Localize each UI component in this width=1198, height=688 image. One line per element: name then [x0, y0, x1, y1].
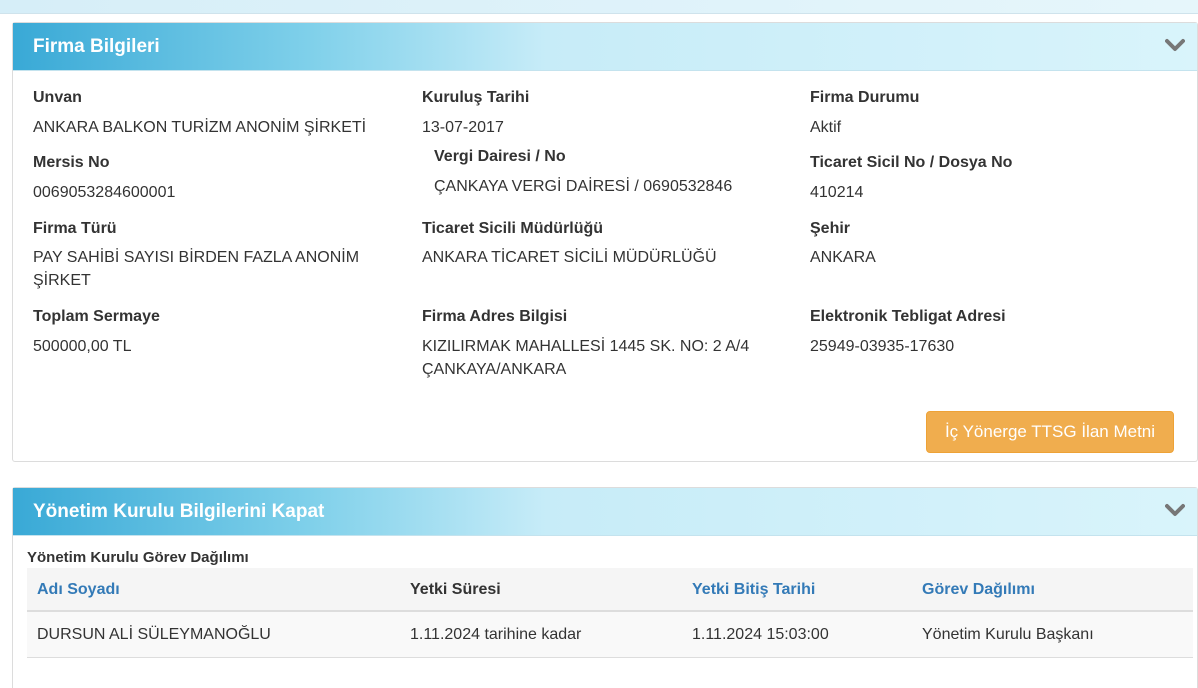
- chevron-down-icon[interactable]: [1165, 37, 1185, 53]
- firma-durumu-value: Aktif: [810, 119, 842, 136]
- panel-title: Firma Bilgileri: [33, 36, 160, 57]
- adres-value-line1: KIZILIRMAK MAHALLESİ 1445 SK. NO: 2 A/4: [422, 338, 750, 355]
- firma-durumu-label: Firma Durumu: [810, 89, 920, 106]
- chevron-down-icon[interactable]: [1165, 502, 1185, 518]
- top-strip: [0, 0, 1198, 14]
- yonetim-kurulu-panel: Yönetim Kurulu Bilgilerini Kapat Yönetim…: [12, 487, 1198, 688]
- table-row: DURSUN ALİ SÜLEYMANOĞLU 1.11.2024 tarihi…: [27, 612, 1193, 658]
- column-header-yetki-suresi: Yetki Süresi: [410, 581, 501, 598]
- firma-turu-label: Firma Türü: [33, 220, 117, 237]
- firma-bilgileri-panel: Firma Bilgileri Unvan ANKARA BALKON TURİ…: [12, 22, 1198, 462]
- cell-gorev-dagilimi: Yönetim Kurulu Başkanı: [922, 626, 1094, 643]
- yonetim-panel-header[interactable]: Yönetim Kurulu Bilgilerini Kapat: [13, 488, 1197, 536]
- sehir-value: ANKARA: [810, 249, 876, 266]
- adres-label: Firma Adres Bilgisi: [422, 308, 568, 325]
- firma-turu-value-line1: PAY SAHİBİ SAYISI BİRDEN FAZLA ANONİM: [33, 249, 360, 266]
- cell-yetki-suresi: 1.11.2024 tarihine kadar: [410, 626, 582, 643]
- firma-panel-header[interactable]: Firma Bilgileri: [13, 23, 1197, 71]
- ticaret-sicil-label: Ticaret Sicil No / Dosya No: [810, 154, 1013, 171]
- kurulus-tarihi-value: 13-07-2017: [422, 119, 504, 136]
- adres-value-line2: ÇANKAYA/ANKARA: [422, 361, 567, 378]
- unvan-value: ANKARA BALKON TURİZM ANONİM ŞİRKETİ: [33, 119, 367, 136]
- sicil-mudurlugu-label: Ticaret Sicili Müdürlüğü: [422, 220, 604, 237]
- kurulus-tarihi-label: Kuruluş Tarihi: [422, 89, 530, 106]
- tebligat-value: 25949-03935-17630: [810, 338, 955, 355]
- sicil-mudurlugu-value: ANKARA TİCARET SİCİLİ MÜDÜRLÜĞÜ: [422, 249, 717, 266]
- sermaye-label: Toplam Sermaye: [33, 308, 160, 325]
- column-header-gorev-dagilimi[interactable]: Görev Dağılımı: [922, 581, 1035, 599]
- table-header: Adı Soyadı Yetki Süresi Yetki Bitiş Tari…: [27, 568, 1193, 612]
- ic-yonerge-ttsg-button[interactable]: İç Yönerge TTSG İlan Metni: [926, 411, 1174, 453]
- panel-title: Yönetim Kurulu Bilgilerini Kapat: [33, 501, 325, 522]
- firma-turu-value-line2: ŞİRKET: [33, 272, 91, 289]
- column-header-adi-soyadi[interactable]: Adı Soyadı: [37, 581, 120, 599]
- cell-adi-soyadi: DURSUN ALİ SÜLEYMANOĞLU: [37, 626, 271, 643]
- sehir-label: Şehir: [810, 220, 851, 237]
- vergi-dairesi-value: ÇANKAYA VERGİ DAİRESİ / 0690532846: [434, 178, 733, 195]
- mersis-label: Mersis No: [33, 154, 110, 171]
- ticaret-sicil-value: 410214: [810, 184, 864, 201]
- vergi-dairesi-label: Vergi Dairesi / No: [434, 148, 566, 165]
- gorev-dagilimi-heading: Yönetim Kurulu Görev Dağılımı: [27, 549, 249, 566]
- tebligat-label: Elektronik Tebligat Adresi: [810, 308, 1006, 325]
- cell-yetki-bitis: 1.11.2024 15:03:00: [692, 626, 829, 643]
- unvan-label: Unvan: [33, 89, 82, 106]
- column-header-yetki-bitis[interactable]: Yetki Bitiş Tarihi: [692, 581, 815, 599]
- sermaye-value: 500000,00 TL: [33, 338, 132, 355]
- mersis-value: 0069053284600001: [33, 184, 176, 201]
